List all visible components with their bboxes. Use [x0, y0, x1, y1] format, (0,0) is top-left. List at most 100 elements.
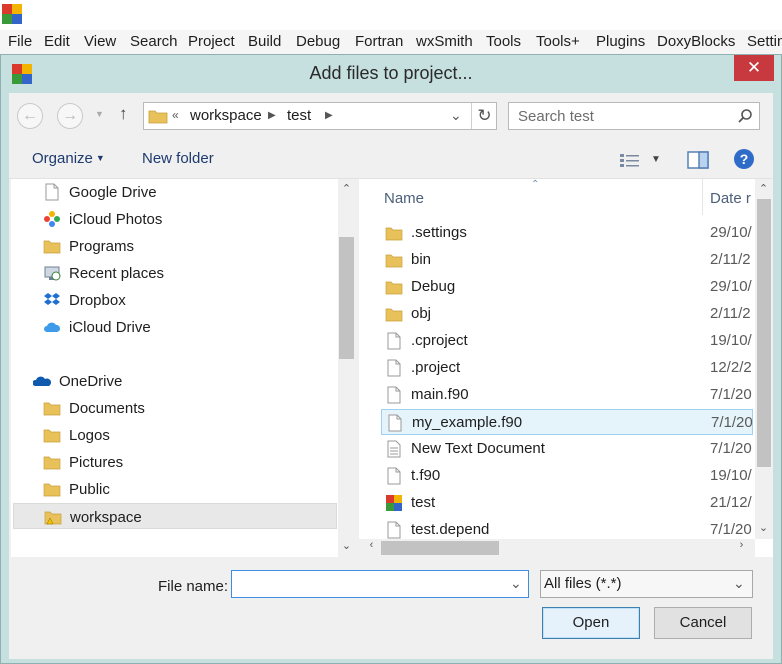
file-row[interactable]: .project 12/2/2: [381, 355, 753, 381]
nav-item-programs[interactable]: Programs: [13, 233, 337, 259]
column-divider[interactable]: [702, 179, 703, 215]
close-button[interactable]: ✕: [734, 55, 774, 81]
file-row[interactable]: test 21/12/: [381, 490, 753, 516]
file-name-input[interactable]: [234, 573, 504, 595]
nav-item-logos[interactable]: Logos: [13, 422, 337, 448]
open-button[interactable]: Open: [542, 607, 640, 639]
file-name: main.f90: [411, 386, 469, 403]
file-row[interactable]: .settings 29/10/: [381, 220, 753, 246]
file-name: .settings: [411, 224, 467, 241]
nav-item-google-drive[interactable]: Google Drive: [13, 179, 337, 205]
address-bar[interactable]: « workspace ▶ test ▶ ⌄ ↻: [143, 102, 497, 130]
nav-item-pictures[interactable]: Pictures: [13, 449, 337, 475]
file-row[interactable]: bin 2/11/2: [381, 247, 753, 273]
file-hscroll-thumb[interactable]: [381, 541, 499, 555]
nav-item-documents[interactable]: Documents: [13, 395, 337, 421]
file-name: .cproject: [411, 332, 468, 349]
app-title-strip: [0, 0, 782, 30]
scroll-up-icon[interactable]: ⌃: [755, 182, 772, 195]
file-list-pane[interactable]: test.depend 7/1/20 test 21/12/t.f90 19/10/Ne…: [359, 179, 773, 557]
scroll-up-icon[interactable]: ⌃: [338, 182, 355, 195]
file-row[interactable]: my_example.f90 7/1/20: [381, 409, 753, 435]
scroll-down-icon[interactable]: ⌄: [755, 521, 772, 534]
address-dropdown[interactable]: ⌄: [450, 107, 462, 124]
back-button[interactable]: ←: [17, 103, 43, 129]
column-header-date[interactable]: Date r: [710, 190, 751, 207]
file-hscrollbar[interactable]: ‹ ›: [359, 539, 755, 557]
menu-item-tools[interactable]: Tools: [486, 33, 521, 50]
dialog-title-bar[interactable]: Add files to project... ✕: [1, 55, 781, 93]
chevron-right-icon[interactable]: ▶: [268, 110, 276, 121]
file-row[interactable]: obj 2/11/2: [381, 301, 753, 327]
menu-item-search[interactable]: Search: [130, 33, 178, 50]
add-files-dialog: Add files to project... ✕ ← → ▼ ↑ « work…: [0, 54, 782, 664]
navigation-pane[interactable]: ⌃ ⌄ Google Drive iCloud Photos Programs Rec…: [11, 179, 355, 557]
file-row[interactable]: New Text Document 7/1/20: [381, 436, 753, 462]
nav-item-dropbox[interactable]: Dropbox: [13, 287, 337, 313]
file-date: 19/10/: [710, 332, 752, 349]
chevron-right-icon[interactable]: ▶: [325, 110, 333, 121]
view-options-icon[interactable]: [619, 152, 641, 168]
help-icon[interactable]: ?: [734, 149, 754, 169]
menu-item-file[interactable]: File: [8, 33, 32, 50]
nav-item-recent-places[interactable]: Recent places: [13, 260, 337, 286]
nav-item-label: iCloud Photos: [69, 211, 163, 228]
file-name: test: [411, 494, 436, 511]
scroll-right-icon[interactable]: ›: [733, 539, 750, 551]
nav-scrollbar[interactable]: ⌃ ⌄: [338, 179, 355, 557]
folder-icon: [43, 483, 61, 497]
menu-item-view[interactable]: View: [84, 33, 116, 50]
organize-label: Organize: [32, 150, 93, 167]
new-folder-button[interactable]: New folder: [142, 150, 214, 167]
view-options-dropdown[interactable]: ▼: [651, 154, 661, 165]
nav-item-label: Pictures: [69, 454, 124, 471]
file-name: Debug: [411, 278, 456, 295]
menu-item-wxsmith[interactable]: wxSmith: [416, 33, 473, 50]
nav-item-icloud-drive[interactable]: iCloud Drive: [13, 314, 337, 340]
file-row[interactable]: .cproject 19/10/: [381, 328, 753, 354]
menu-item-settin[interactable]: Settin: [747, 33, 782, 50]
search-icon[interactable]: [737, 108, 753, 124]
breadcrumb-workspace[interactable]: workspace: [190, 107, 262, 124]
column-header-name[interactable]: Name: [384, 190, 424, 207]
menu-item-fortran[interactable]: Fortran: [355, 33, 403, 50]
address-overflow[interactable]: «: [172, 108, 179, 122]
nav-item-workspace[interactable]: workspace: [13, 503, 337, 529]
refresh-button[interactable]: ↻: [471, 103, 497, 129]
menu-item-build[interactable]: Build: [248, 33, 281, 50]
arrow-left-icon: ←: [22, 107, 38, 124]
file-scrollbar[interactable]: ⌃ ⌄: [755, 179, 773, 539]
scroll-down-icon[interactable]: ⌄: [338, 539, 355, 552]
organize-button[interactable]: Organize ▼: [32, 150, 105, 167]
nav-item-onedrive[interactable]: OneDrive: [13, 368, 337, 394]
nav-item-icloud-photos[interactable]: iCloud Photos: [13, 206, 337, 232]
file-scroll-thumb[interactable]: [757, 199, 771, 467]
file-row[interactable]: t.f90 19/10/: [381, 463, 753, 489]
chevron-down-icon[interactable]: ⌄: [733, 575, 745, 592]
recent-locations-dropdown[interactable]: ▼: [95, 109, 104, 119]
nav-item-label: OneDrive: [59, 373, 123, 390]
scroll-left-icon[interactable]: ‹: [363, 539, 380, 551]
codeblocks-logo-icon: [2, 4, 22, 24]
file-name: obj: [411, 305, 432, 322]
nav-item-public[interactable]: Public: [13, 476, 337, 502]
breadcrumb-test[interactable]: test: [287, 107, 311, 124]
menu-item-project[interactable]: Project: [188, 33, 235, 50]
search-input[interactable]: [510, 104, 730, 128]
menu-item-edit[interactable]: Edit: [44, 33, 70, 50]
file-name-combo[interactable]: ⌄: [231, 570, 529, 598]
cancel-button[interactable]: Cancel: [654, 607, 752, 639]
forward-button[interactable]: →: [57, 103, 83, 129]
file-row[interactable]: Debug 29/10/: [381, 274, 753, 300]
menu-item-tools-[interactable]: Tools+: [536, 33, 580, 50]
menu-item-debug[interactable]: Debug: [296, 33, 340, 50]
nav-scroll-thumb[interactable]: [339, 237, 354, 359]
file-type-select[interactable]: All files (*.*) ⌄: [540, 570, 753, 598]
search-box[interactable]: [508, 102, 760, 130]
chevron-down-icon[interactable]: ⌄: [510, 575, 522, 592]
menu-item-doxyblocks[interactable]: DoxyBlocks: [657, 33, 735, 50]
preview-pane-icon[interactable]: [687, 150, 709, 170]
up-button[interactable]: ↑: [119, 104, 128, 124]
menu-item-plugins[interactable]: Plugins: [596, 33, 645, 50]
file-row[interactable]: main.f90 7/1/20: [381, 382, 753, 408]
